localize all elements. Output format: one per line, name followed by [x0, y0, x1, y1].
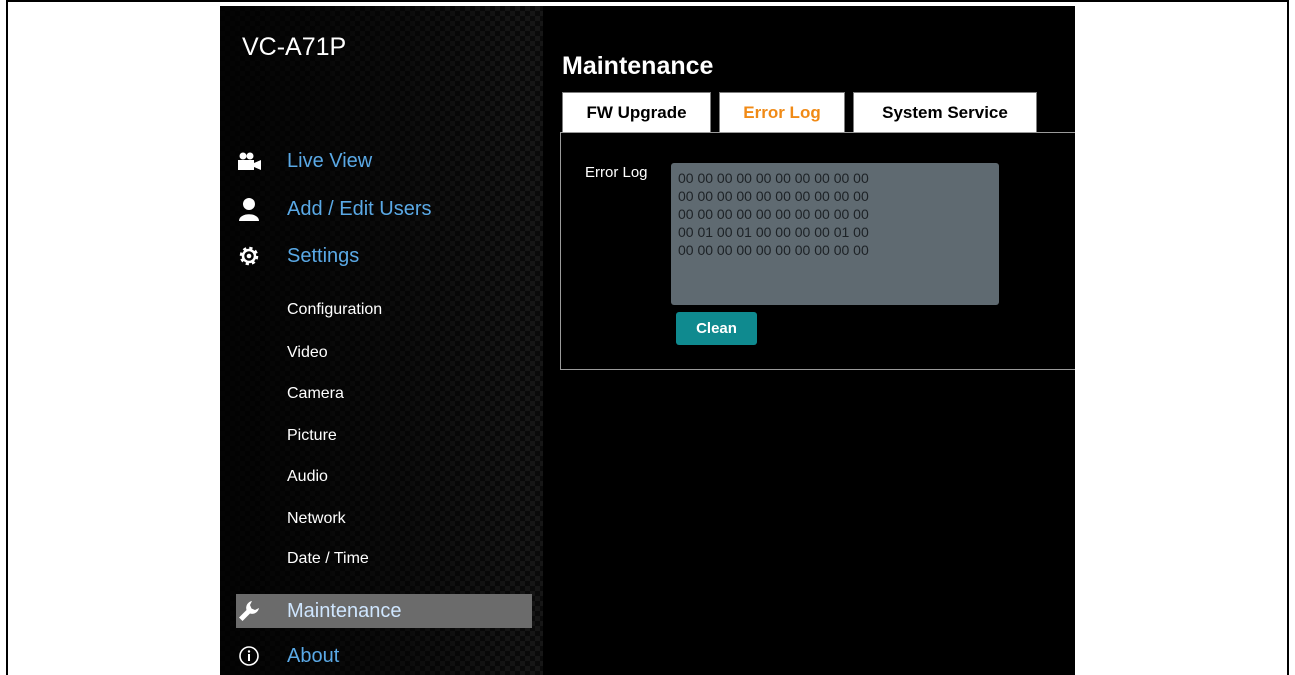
sidebar: VC-A71P Live View Add / Edit Users Setti…	[220, 6, 543, 675]
nav-maintenance[interactable]: Maintenance	[236, 594, 532, 628]
nav-add-edit-users[interactable]: Add / Edit Users	[236, 196, 432, 222]
nav-settings-label: Settings	[287, 244, 360, 267]
camera-web-ui: VC-A71P Live View Add / Edit Users Setti…	[220, 6, 1075, 675]
info-icon	[236, 643, 262, 669]
submenu-video[interactable]: Video	[287, 344, 328, 362]
error-log-label: Error Log	[585, 164, 648, 181]
submenu-configuration[interactable]: Configuration	[287, 301, 382, 319]
tab-system-service[interactable]: System Service	[853, 92, 1037, 132]
video-camera-icon	[236, 148, 262, 174]
submenu-camera[interactable]: Camera	[287, 385, 344, 403]
nav-maintenance-label: Maintenance	[287, 599, 402, 622]
user-icon	[236, 196, 262, 222]
nav-add-edit-users-label: Add / Edit Users	[287, 197, 432, 220]
tab-error-log[interactable]: Error Log	[719, 92, 845, 132]
submenu-picture[interactable]: Picture	[287, 427, 337, 445]
nav-about[interactable]: About	[236, 643, 339, 669]
wrench-icon	[236, 598, 262, 624]
submenu-date-time[interactable]: Date / Time	[287, 550, 369, 568]
submenu-audio[interactable]: Audio	[287, 468, 328, 486]
nav-live-view[interactable]: Live View	[236, 148, 372, 174]
model-name: VC-A71P	[242, 33, 347, 61]
nav-settings[interactable]: Settings	[236, 243, 359, 269]
page-title: Maintenance	[562, 52, 714, 80]
gear-icon	[236, 243, 262, 269]
clean-button[interactable]: Clean	[676, 312, 757, 345]
tab-fw-upgrade[interactable]: FW Upgrade	[562, 92, 711, 132]
main-content: Maintenance FW Upgrade Error Log System …	[543, 6, 1075, 675]
nav-live-view-label: Live View	[287, 149, 373, 172]
nav-about-label: About	[287, 644, 340, 667]
submenu-network[interactable]: Network	[287, 510, 346, 528]
error-log-panel: Error Log 00 00 00 00 00 00 00 00 00 00 …	[560, 132, 1075, 370]
error-log-textarea[interactable]: 00 00 00 00 00 00 00 00 00 00 00 00 00 0…	[671, 163, 999, 305]
